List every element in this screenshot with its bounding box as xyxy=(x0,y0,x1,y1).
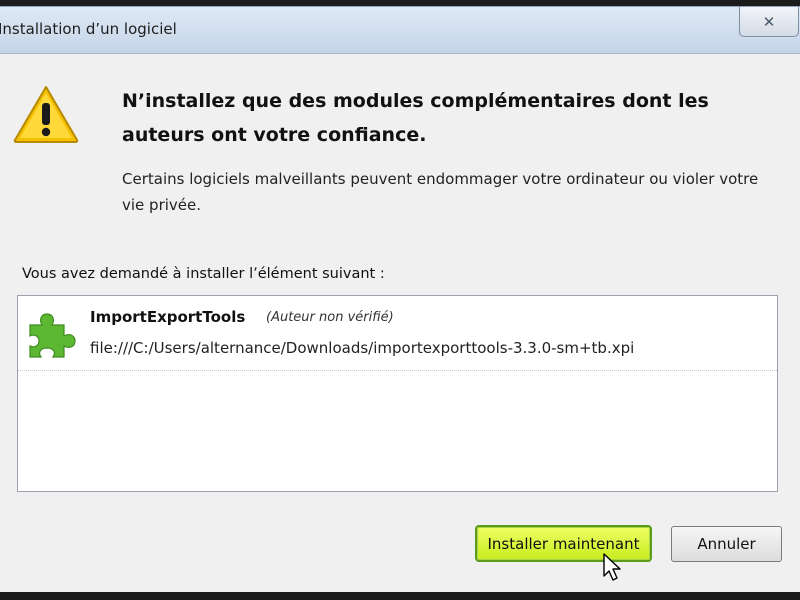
request-label: Vous avez demandé à installer l’élément … xyxy=(22,266,385,282)
warning-icon xyxy=(13,86,79,143)
addon-name: ImportExportTools xyxy=(90,308,246,326)
desktop-edge xyxy=(0,592,800,600)
install-dialog-window: Installation d’un logiciel ✕ N’installez… xyxy=(0,6,800,594)
warning-heading: N’installez que des modules complémentai… xyxy=(122,90,709,146)
cancel-label: Annuler xyxy=(697,535,756,553)
install-now-label: Installer maintenant xyxy=(487,534,640,553)
title-bar[interactable]: Installation d’un logiciel ✕ xyxy=(0,7,800,53)
mouse-pointer-icon xyxy=(603,553,621,581)
warning-description: Certains logiciels malveillants peuvent … xyxy=(122,170,759,214)
install-now-button[interactable]: Installer maintenant xyxy=(475,525,652,562)
install-items-list[interactable]: ImportExportTools (Auteur non vérifié) f… xyxy=(17,295,778,492)
addon-file-path: file:///C:/Users/alternance/Downloads/im… xyxy=(90,339,635,357)
dialog-body: N’installez que des modules complémentai… xyxy=(0,53,800,594)
addon-author-status: (Auteur non vérifié) xyxy=(266,310,394,325)
puzzle-piece-icon xyxy=(29,313,76,358)
list-item[interactable]: ImportExportTools (Auteur non vérifié) f… xyxy=(18,296,777,371)
close-button[interactable]: ✕ xyxy=(739,7,799,37)
cancel-button[interactable]: Annuler xyxy=(671,526,782,562)
window-title: Installation d’un logiciel xyxy=(0,20,177,38)
close-icon: ✕ xyxy=(762,12,776,31)
